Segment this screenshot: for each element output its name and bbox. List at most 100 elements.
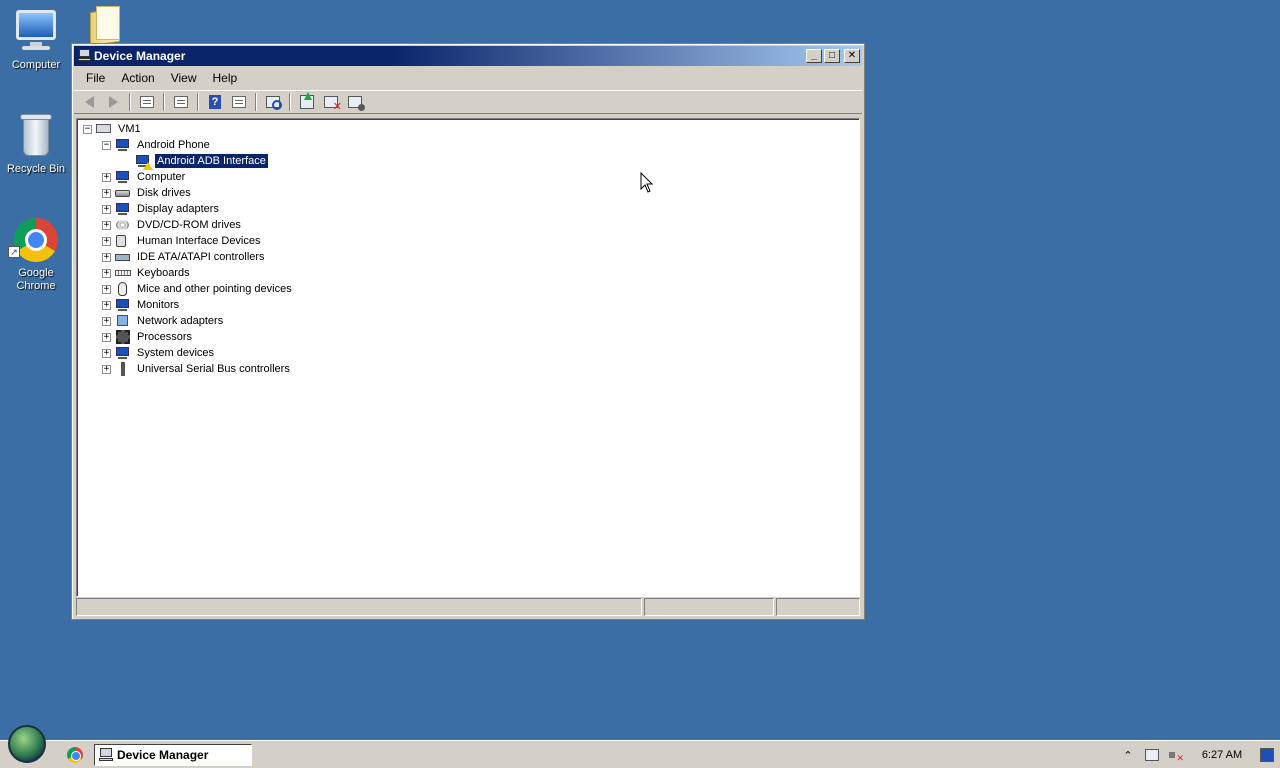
show-desktop-icon[interactable] [1260,748,1274,762]
computer-category-icon [115,170,131,184]
menu-help[interactable]: Help [205,69,246,87]
tree-item-dvd-cd-rom-drives[interactable]: + DVD/CD-ROM drives [102,217,243,233]
tree-item-label: Network adapters [137,315,224,327]
chrome-icon: ↗ [8,216,60,264]
tree-item-android-adb-interface[interactable]: Android ADB Interface [135,153,269,170]
action-pane-button[interactable] [228,92,250,112]
status-cell-3 [776,598,860,616]
tree-item-label: IDE ATA/ATAPI controllers [137,251,265,263]
disable-button[interactable] [344,92,366,112]
desktop-icon-label: Recycle Bin [6,163,66,175]
uninstall-button[interactable] [320,92,342,113]
processor-icon [115,330,131,344]
tree-item-label-selected: Android ADB Interface [154,153,269,169]
tree-item-label: Mice and other pointing devices [137,283,292,295]
expand-toggle[interactable]: + [102,284,111,294]
menu-file[interactable]: File [78,69,113,87]
status-bar [76,598,860,616]
expand-toggle[interactable]: + [102,252,111,262]
tree-item-network-adapters[interactable]: + Network adapters [102,313,225,329]
title-bar[interactable]: Device Manager _ □ ✕ [74,46,862,66]
console-tree-icon [140,96,154,108]
device-tree[interactable]: − VM1 − Android Phone Android ADB Interf… [76,118,860,597]
tree-item-label: Universal Serial Bus controllers [137,363,290,375]
tree-item-keyboards[interactable]: + Keyboards [102,265,192,281]
computer-icon [12,8,60,56]
expand-toggle[interactable]: + [102,172,111,182]
expand-toggle[interactable]: + [102,204,111,214]
monitor-icon [115,298,131,312]
close-button[interactable]: ✕ [844,49,860,63]
display-adapter-icon [115,202,131,216]
tree-item-human-interface-devices[interactable]: + Human Interface Devices [102,233,263,249]
tree-item-usb-controllers[interactable]: + Universal Serial Bus controllers [102,361,292,377]
tree-item-processors[interactable]: + Processors [102,329,194,345]
expand-toggle[interactable]: + [102,300,111,310]
expand-toggle[interactable]: + [102,364,111,374]
expand-toggle[interactable]: + [102,332,111,342]
tree-root-label: VM1 [118,123,141,135]
tree-item-label: Processors [137,331,193,343]
tree-item-android-phone[interactable]: − Android Phone [102,137,212,153]
start-button[interactable] [8,725,46,763]
tree-item-disk-drives[interactable]: + Disk drives [102,185,193,201]
folder-icon[interactable] [90,6,124,47]
taskbar: Device Manager ⌃ 6:27 AM [0,725,1280,768]
update-driver-button[interactable] [296,92,318,112]
tree-item-system-devices[interactable]: + System devices [102,345,216,361]
collapse-toggle[interactable]: − [102,140,111,150]
desktop-icon-google-chrome[interactable]: ↗ Google Chrome [1,216,71,293]
expand-toggle[interactable]: + [102,220,111,230]
minimize-button[interactable]: _ [806,49,822,63]
back-arrow-icon [84,96,94,108]
expand-toggle[interactable]: + [102,316,111,326]
speaker-muted-icon[interactable] [1168,748,1184,764]
desktop-icon-computer[interactable]: Computer [1,8,71,72]
network-tray-icon[interactable] [1144,748,1160,762]
expand-toggle[interactable]: + [102,268,111,278]
disable-icon [348,96,365,111]
tree-item-ide-ata-atapi-controllers[interactable]: + IDE ATA/ATAPI controllers [102,249,267,265]
uninstall-icon [324,96,342,113]
back-button[interactable] [78,92,100,112]
collapse-toggle[interactable]: − [83,124,92,134]
tree-item-label: Keyboards [137,267,190,279]
tree-item-display-adapters[interactable]: + Display adapters [102,201,221,217]
taskbar-device-manager-button[interactable]: Device Manager [94,744,252,766]
menu-action[interactable]: Action [113,69,162,87]
scan-hardware-button[interactable] [262,92,284,112]
menu-view[interactable]: View [163,69,205,87]
toolbar-separator [129,93,131,111]
help-button[interactable]: ? [204,92,226,112]
chrome-taskbar-icon[interactable] [67,747,83,763]
tree-item-monitors[interactable]: + Monitors [102,297,181,313]
tree-item-label: Computer [137,171,186,183]
hid-icon [115,234,131,248]
tree-item-computer[interactable]: + Computer [102,169,187,185]
shortcut-arrow-icon: ↗ [8,246,20,258]
warning-device-icon [135,154,153,170]
desktop-icon-recycle-bin[interactable]: Recycle Bin [1,112,71,176]
toolbar-separator [163,93,165,111]
tray-expand-button[interactable]: ⌃ [1120,748,1136,762]
forward-button[interactable] [102,92,124,112]
maximize-button[interactable]: □ [824,49,840,63]
show-hide-console-tree-button[interactable] [136,92,158,112]
disk-drive-icon [115,186,131,200]
keyboard-icon [115,266,131,280]
properties-button[interactable] [170,92,192,112]
toolbar-separator [197,93,199,111]
help-icon: ? [209,95,221,109]
tree-item-label: DVD/CD-ROM drives [137,219,241,231]
ide-controller-icon [115,250,131,264]
expand-toggle[interactable]: + [102,236,111,246]
expand-toggle[interactable]: + [102,348,111,358]
clock[interactable]: 6:27 AM [1192,749,1252,761]
tree-root[interactable]: − VM1 [83,121,143,137]
device-manager-window: Device Manager _ □ ✕ File Action View He… [71,43,865,620]
mouse-cursor-icon [640,172,654,193]
mouse-icon [115,282,131,296]
expand-toggle[interactable]: + [102,188,111,198]
tree-item-mice[interactable]: + Mice and other pointing devices [102,281,294,297]
tree-item-label: Android Phone [137,139,210,151]
